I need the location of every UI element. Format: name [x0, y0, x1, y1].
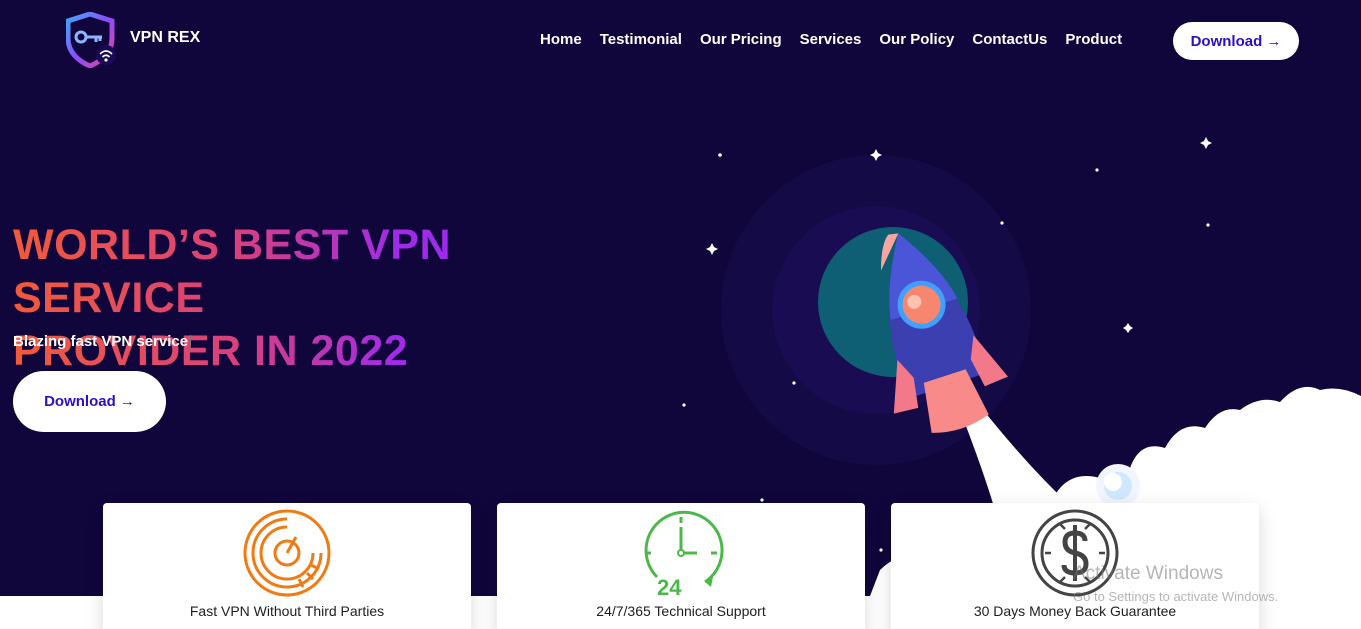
- nav-contactus[interactable]: ContactUs: [972, 31, 1047, 48]
- brand-logo[interactable]: VPN REX: [66, 12, 200, 68]
- feature-label: 30 Days Money Back Guarantee: [973, 603, 1177, 619]
- hero-subtitle: Blazing fast VPN service: [13, 333, 192, 350]
- clock-24-icon: 24: [644, 510, 724, 599]
- hero-title: WORLD’S BEST VPN SERVICE PROVIDER IN 202…: [13, 219, 653, 378]
- brand-name: VPN REX: [130, 29, 201, 46]
- activate-windows-watermark: Activate Windows Go to Settings to activ…: [1073, 563, 1278, 604]
- watermark-title: Activate Windows: [1073, 563, 1223, 584]
- hero-subtitle-text: Blazing fast VPN service: [13, 333, 189, 350]
- nav-services[interactable]: Services: [800, 31, 862, 48]
- nav-our-policy[interactable]: Our Policy: [879, 31, 954, 48]
- hero-download-button[interactable]: Download →: [13, 371, 166, 432]
- speedometer-icon: [243, 509, 331, 597]
- nav-our-pricing[interactable]: Our Pricing: [700, 31, 782, 48]
- feature-card-support: 24 24/7/365 Technical Support: [497, 503, 865, 629]
- nav-product[interactable]: Product: [1065, 31, 1122, 48]
- feature-label: 24/7/365 Technical Support: [596, 603, 766, 619]
- nav-download-button[interactable]: Download →: [1173, 22, 1299, 60]
- watermark-subtitle: Go to Settings to activate Windows.: [1073, 589, 1279, 604]
- shield-key-icon: [66, 12, 116, 68]
- nav-home[interactable]: Home: [540, 31, 582, 48]
- hero-title-line1: WORLD’S BEST VPN SERVICE: [13, 221, 452, 322]
- typing-caret: [190, 335, 192, 350]
- feature-card-fast-vpn: Fast VPN Without Third Parties: [103, 503, 471, 629]
- clock-24-text: 24: [657, 575, 682, 599]
- nav-testimonial[interactable]: Testimonial: [600, 31, 682, 48]
- feature-label: Fast VPN Without Third Parties: [189, 603, 385, 619]
- main-nav: Home Testimonial Our Pricing Services Ou…: [540, 31, 1140, 48]
